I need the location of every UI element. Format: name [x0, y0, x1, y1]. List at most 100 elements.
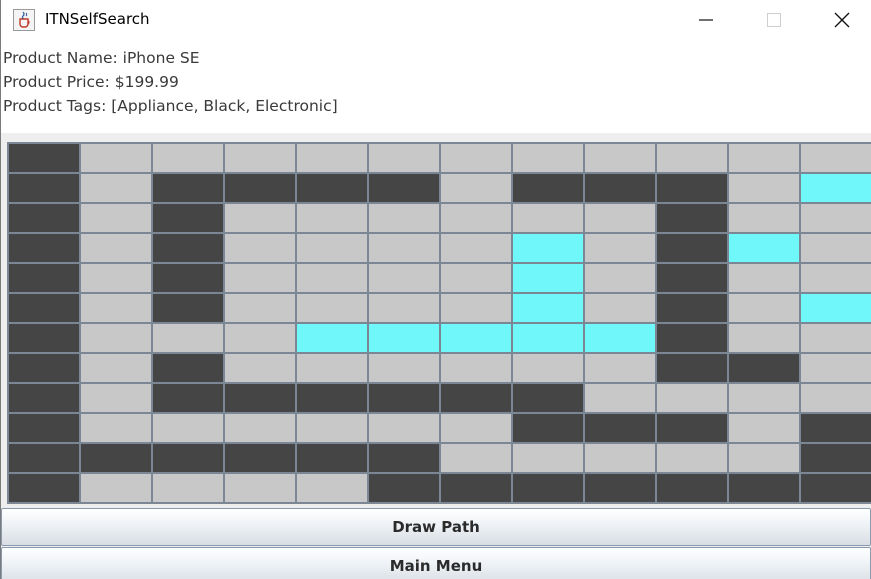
- grid-cell-open: [297, 204, 367, 232]
- grid-cell-open: [297, 414, 367, 442]
- grid-cell-wall: [153, 294, 223, 322]
- grid-cell-open: [81, 354, 151, 382]
- grid-cell-open: [441, 234, 511, 262]
- grid-cell-wall: [153, 204, 223, 232]
- grid-cell-wall: [81, 444, 151, 472]
- grid-cell-wall: [657, 414, 727, 442]
- product-info: Product Name: iPhone SE Product Price: $…: [3, 46, 338, 118]
- main-menu-button[interactable]: Main Menu: [1, 547, 871, 579]
- grid-cell-wall: [441, 474, 511, 502]
- grid-cell-open: [801, 384, 871, 412]
- grid-cell-wall: [801, 414, 871, 442]
- grid-cell-open: [225, 234, 295, 262]
- grid-cell-open: [81, 294, 151, 322]
- grid-cell-wall: [9, 234, 79, 262]
- grid-cell-open: [585, 204, 655, 232]
- grid-cell-wall: [297, 384, 367, 412]
- grid-cell-open: [153, 474, 223, 502]
- java-cup-icon: [13, 9, 35, 31]
- grid-cell-open: [153, 144, 223, 172]
- grid-cell-path: [513, 324, 583, 352]
- grid-cell-open: [441, 144, 511, 172]
- grid-cell-wall: [153, 354, 223, 382]
- grid-cell-wall: [9, 174, 79, 202]
- draw-path-button[interactable]: Draw Path: [1, 508, 871, 546]
- grid-cell-wall: [225, 174, 295, 202]
- minimize-button[interactable]: [677, 0, 735, 40]
- grid-cell-open: [297, 144, 367, 172]
- grid-cell-open: [441, 264, 511, 292]
- grid-cell-open: [81, 324, 151, 352]
- grid-cell-wall: [657, 204, 727, 232]
- grid-cell-open: [369, 414, 439, 442]
- grid-cell-wall: [729, 474, 799, 502]
- grid-cell-wall: [153, 264, 223, 292]
- close-icon: [834, 12, 850, 28]
- grid-cell-path: [513, 234, 583, 262]
- grid-cell-open: [801, 264, 871, 292]
- grid-cell-wall: [369, 384, 439, 412]
- grid-cell-open: [729, 444, 799, 472]
- grid-cell-path: [513, 264, 583, 292]
- grid-cell-open: [585, 234, 655, 262]
- grid-cell-wall: [801, 474, 871, 502]
- grid-cell-wall: [297, 444, 367, 472]
- grid-cell-open: [729, 384, 799, 412]
- grid-cell-open: [729, 144, 799, 172]
- grid-cell-wall: [801, 444, 871, 472]
- window-title: ITNSelfSearch: [45, 10, 150, 28]
- grid-cell-wall: [9, 354, 79, 382]
- grid-cell-open: [81, 384, 151, 412]
- grid-cell-open: [81, 474, 151, 502]
- grid-cell-open: [513, 354, 583, 382]
- product-price-label: Product Price: $199.99: [3, 73, 179, 91]
- grid-cell-open: [225, 414, 295, 442]
- grid-cell-wall: [9, 414, 79, 442]
- grid-cell-open: [81, 234, 151, 262]
- grid-cell-wall: [369, 474, 439, 502]
- grid-cell-wall: [153, 384, 223, 412]
- grid-cell-open: [225, 294, 295, 322]
- grid-cell-wall: [297, 174, 367, 202]
- grid-cell-open: [81, 174, 151, 202]
- grid-cell-path: [585, 324, 655, 352]
- grid-cell-open: [585, 264, 655, 292]
- grid-cell-path: [297, 324, 367, 352]
- grid-cell-open: [225, 354, 295, 382]
- grid-cell-wall: [729, 354, 799, 382]
- grid-cell-open: [153, 324, 223, 352]
- grid-cell-open: [585, 354, 655, 382]
- close-button[interactable]: [813, 0, 871, 40]
- grid-cell-wall: [441, 384, 511, 412]
- grid-cell-open: [297, 354, 367, 382]
- grid-cell-open: [441, 414, 511, 442]
- maximize-button[interactable]: [745, 0, 803, 40]
- grid-cell-open: [369, 204, 439, 232]
- grid-cell-open: [297, 264, 367, 292]
- app-window: ITNSelfSearch Product Name: iPhone SE Pr…: [0, 0, 871, 579]
- grid-cell-wall: [9, 324, 79, 352]
- title-bar[interactable]: ITNSelfSearch: [1, 0, 871, 40]
- grid-cell-open: [657, 144, 727, 172]
- grid-cell-wall: [513, 384, 583, 412]
- grid-cell-wall: [9, 264, 79, 292]
- grid-cell-wall: [153, 444, 223, 472]
- grid-cell-wall: [657, 324, 727, 352]
- grid-cell-open: [369, 264, 439, 292]
- grid-cell-wall: [657, 174, 727, 202]
- grid-cell-open: [225, 204, 295, 232]
- grid-cell-wall: [657, 354, 727, 382]
- grid-cell-open: [225, 324, 295, 352]
- grid-cell-open: [225, 474, 295, 502]
- grid-cell-open: [225, 144, 295, 172]
- grid-cell-wall: [657, 294, 727, 322]
- grid-cell-open: [441, 444, 511, 472]
- store-map-grid: [7, 142, 871, 504]
- grid-cell-wall: [9, 384, 79, 412]
- grid-cell-wall: [369, 174, 439, 202]
- grid-cell-open: [729, 174, 799, 202]
- product-name-label: Product Name: iPhone SE: [3, 49, 200, 67]
- grid-cell-open: [297, 234, 367, 262]
- grid-cell-open: [81, 204, 151, 232]
- grid-cell-path: [441, 324, 511, 352]
